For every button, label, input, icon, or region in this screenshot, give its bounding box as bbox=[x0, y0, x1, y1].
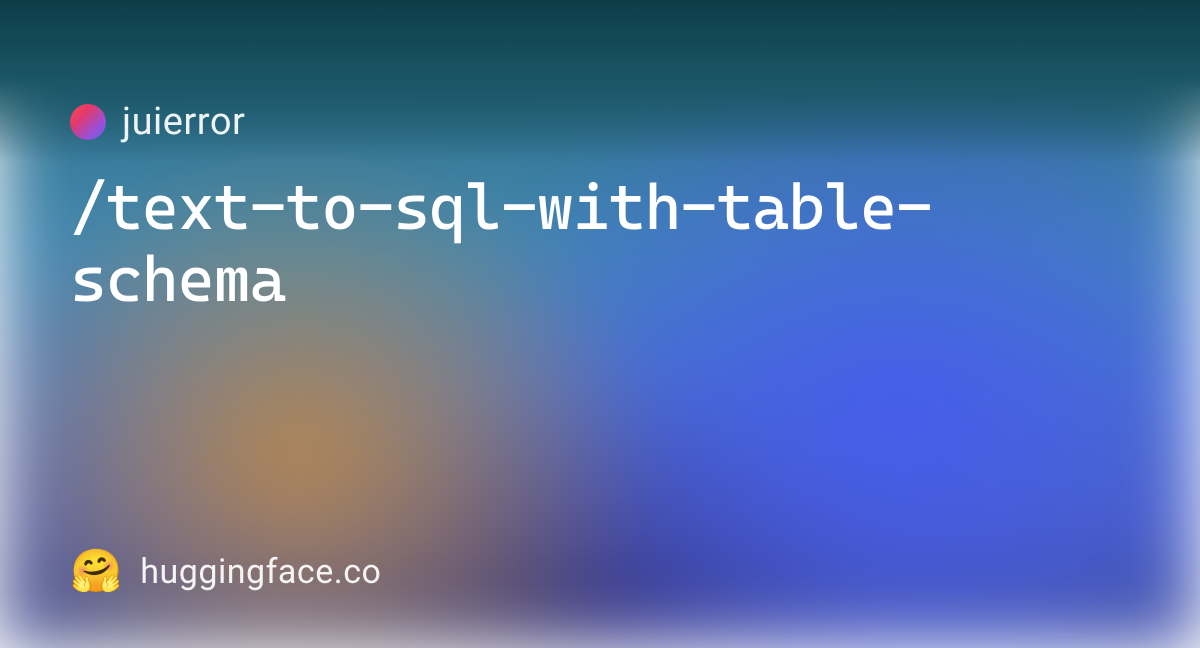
card-content: juierror /text-to-sql-with-table-schema … bbox=[0, 0, 1200, 648]
author-avatar-icon bbox=[70, 104, 106, 140]
huggingface-emoji-icon: 🤗 bbox=[70, 551, 122, 593]
spacer bbox=[70, 317, 1130, 551]
footer-row: 🤗 huggingface.co bbox=[70, 551, 1130, 593]
site-name: huggingface.co bbox=[140, 552, 381, 592]
author-name: juierror bbox=[122, 100, 245, 144]
author-row: juierror bbox=[70, 100, 1130, 144]
model-name: /text-to-sql-with-table-schema bbox=[70, 172, 1130, 317]
